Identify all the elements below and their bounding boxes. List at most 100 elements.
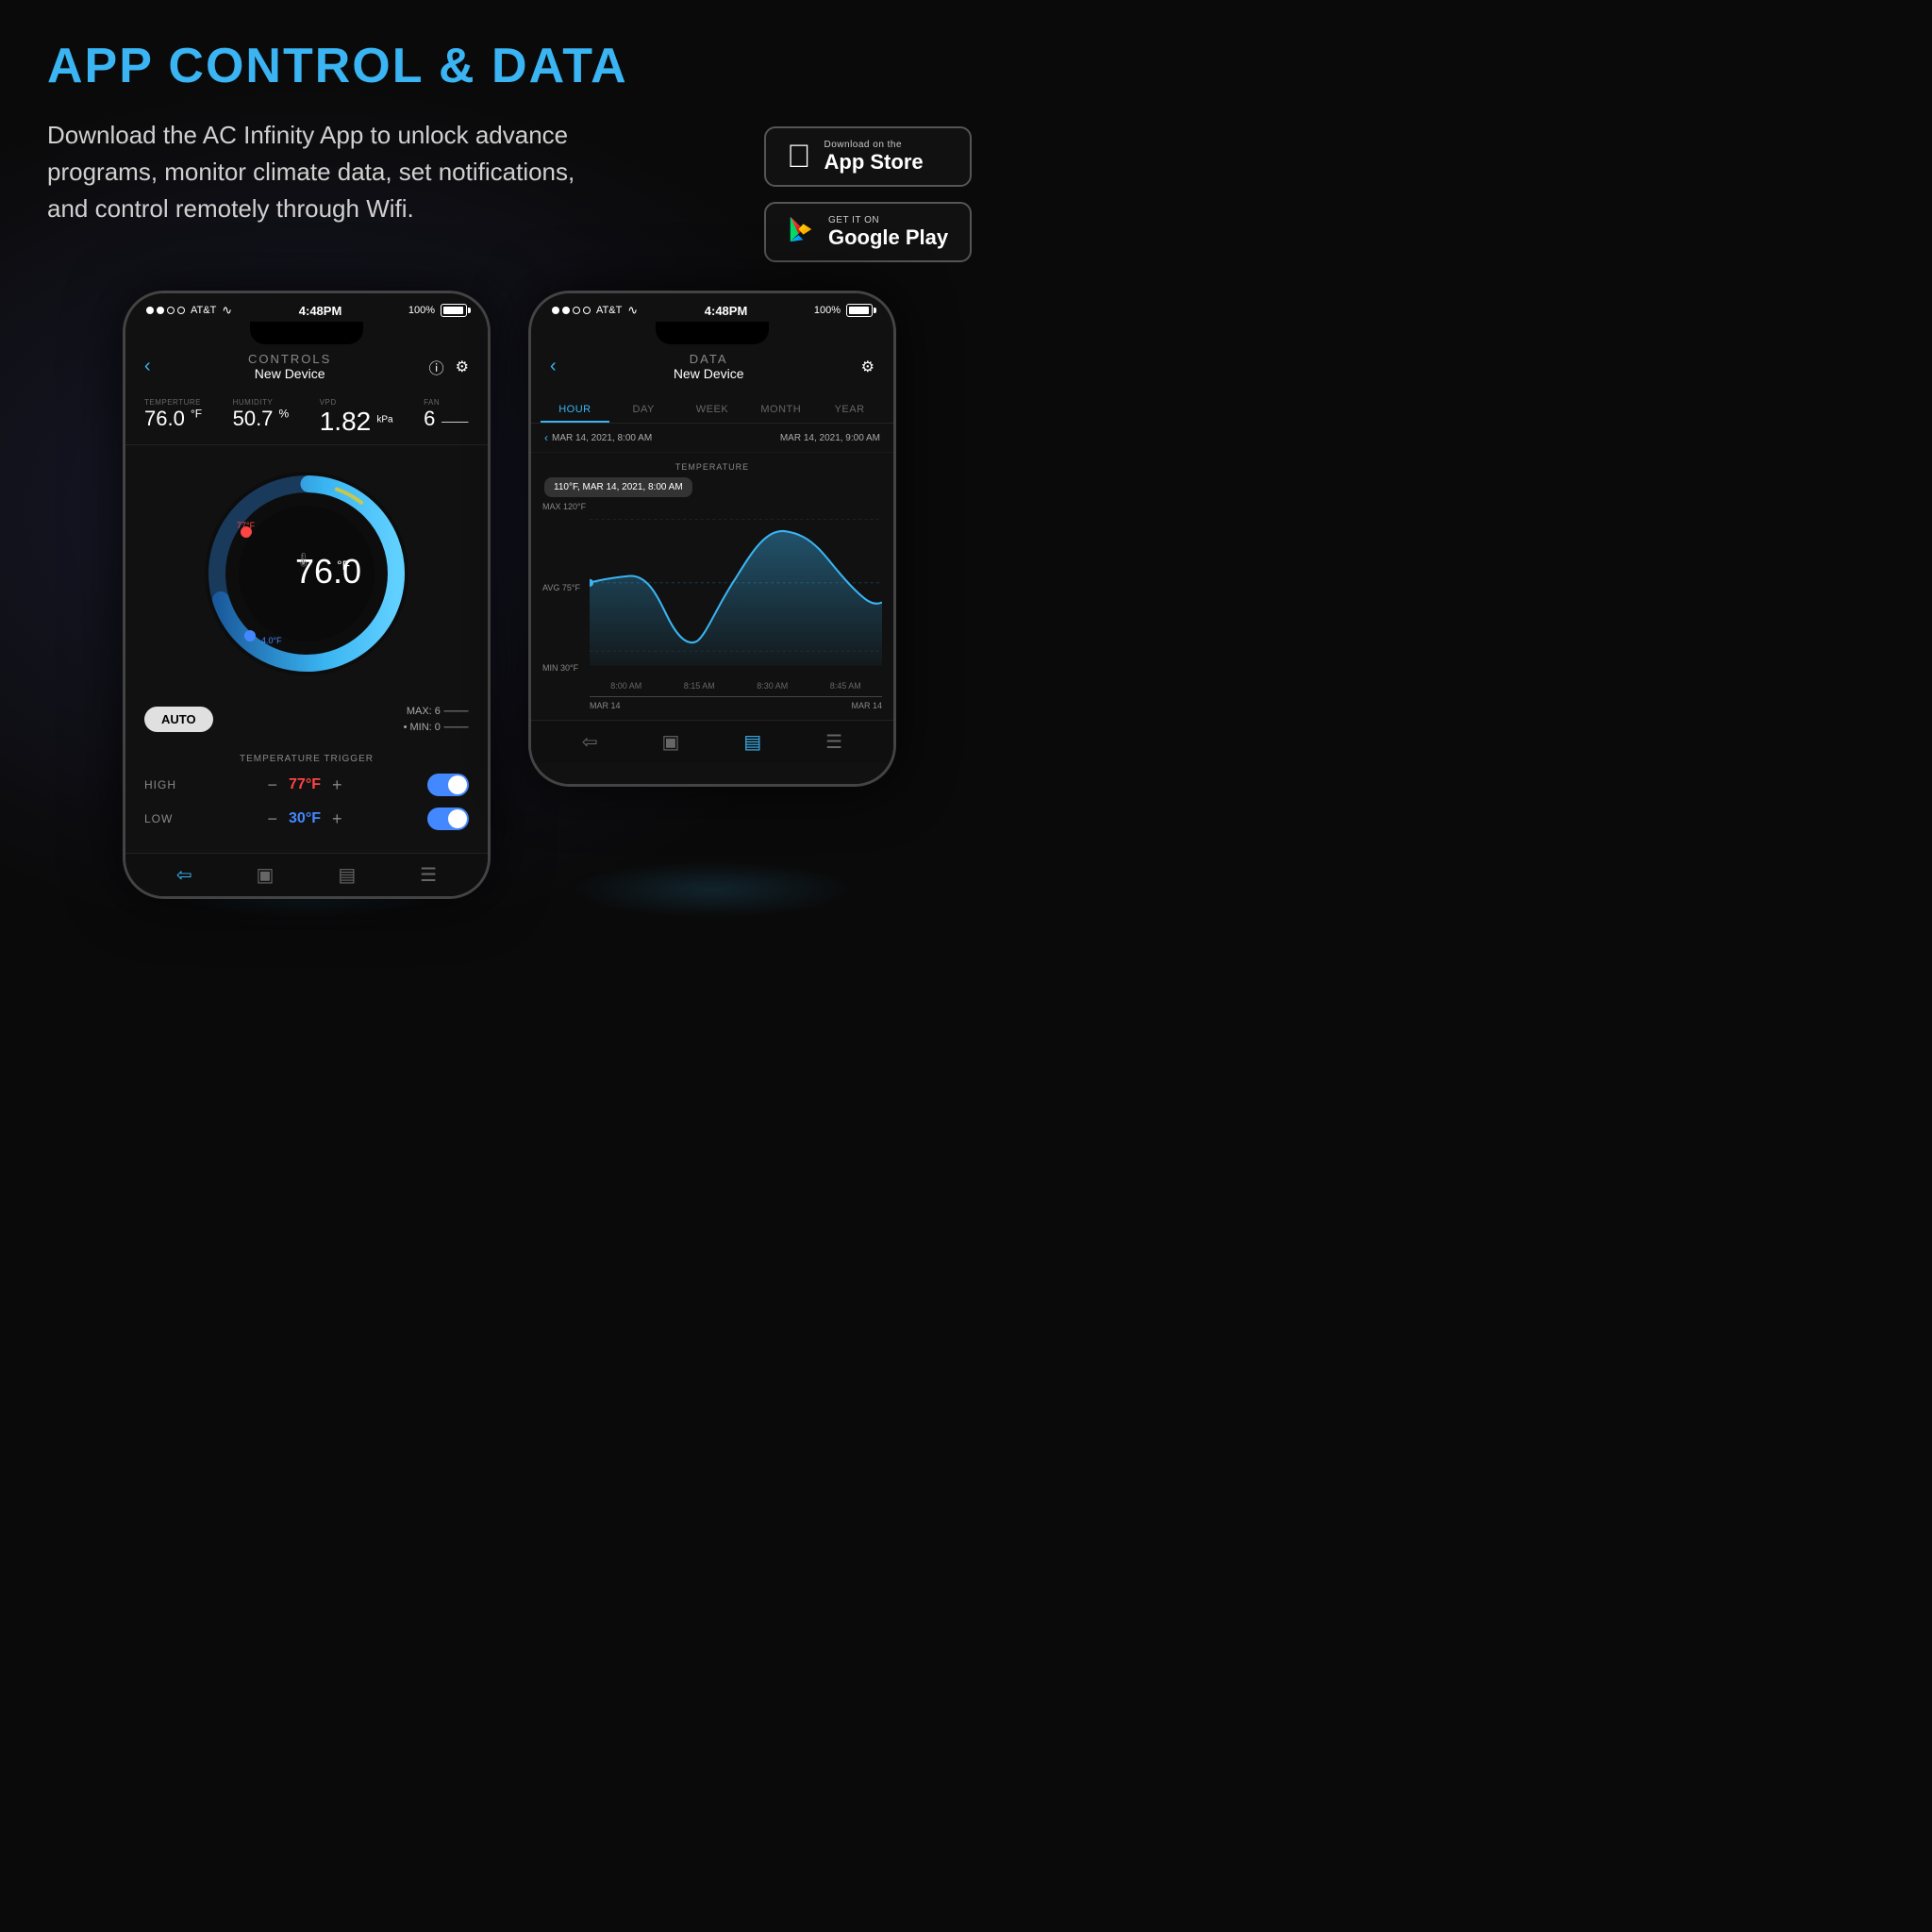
high-minus-button[interactable]: − bbox=[268, 775, 278, 795]
controls-status-right: 100% bbox=[408, 304, 467, 317]
controls-device-name: New Device bbox=[151, 366, 429, 381]
trigger-section: TEMPERATURE TRIGGER HIGH − 77°F + bbox=[125, 742, 488, 853]
high-control: − 77°F + bbox=[268, 775, 342, 795]
data-settings-icon[interactable]: ⚙ bbox=[861, 358, 874, 376]
low-control: − 30°F + bbox=[268, 809, 342, 829]
tab-year[interactable]: YEAR bbox=[815, 398, 884, 423]
data-bottom-profile-icon[interactable]: ☰ bbox=[825, 730, 842, 754]
data-phone-screen: AT&T ∿ 4:48PM 100% bbox=[531, 293, 893, 784]
controls-notch bbox=[250, 322, 363, 344]
data-battery-icon bbox=[846, 304, 873, 317]
bottom-list-icon[interactable]: ▣ bbox=[257, 863, 275, 887]
controls-status-bar: AT&T ∿ 4:48PM 100% bbox=[125, 293, 488, 324]
data-signal-dots bbox=[552, 307, 591, 314]
description-text: Download the AC Infinity App to unlock a… bbox=[47, 117, 575, 227]
data-device-name: New Device bbox=[557, 366, 861, 381]
x-label-3: 8:30 AM bbox=[757, 681, 788, 691]
app-store-button[interactable]:  Download on the App Store bbox=[764, 126, 972, 187]
date-to: MAR 14, 2021, 9:00 AM bbox=[780, 433, 880, 443]
tab-day[interactable]: DAY bbox=[609, 398, 678, 423]
controls-phone-screen: AT&T ∿ 4:48PM 100% bbox=[125, 293, 488, 896]
tab-week[interactable]: WEEK bbox=[678, 398, 747, 423]
date-range-row: ‹ MAR 14, 2021, 8:00 AM MAR 14, 2021, 9:… bbox=[531, 424, 893, 453]
phones-section: AT&T ∿ 4:48PM 100% bbox=[47, 291, 972, 899]
chevron-left-icon[interactable]: ‹ bbox=[544, 431, 548, 444]
data-signal-dot-3 bbox=[573, 307, 580, 314]
top-section: Download the AC Infinity App to unlock a… bbox=[47, 117, 972, 262]
gauge-svg-wrapper: 4.0°F 77°F bbox=[193, 460, 420, 687]
data-battery-pct: 100% bbox=[814, 305, 841, 316]
sensor-row: TEMPERTURE 76.0 °F HUMIDITY 50.7 % VPD 1… bbox=[125, 391, 488, 445]
controls-nav-bar: ‹ CONTROLS New Device ⓘ ⚙ bbox=[125, 346, 488, 391]
max-label: MAX: 6 ⸻ bbox=[404, 704, 469, 720]
x-label-2: 8:15 AM bbox=[684, 681, 715, 691]
bottom-label-left: MAR 14 bbox=[590, 701, 621, 710]
app-store-big-label: App Store bbox=[824, 151, 924, 174]
signal-dots bbox=[146, 307, 185, 314]
date-from: MAR 14, 2021, 8:00 AM bbox=[552, 433, 652, 443]
google-play-text: GET IT ON Google Play bbox=[828, 215, 948, 249]
data-tabs: HOUR DAY WEEK MONTH YEAR bbox=[531, 391, 893, 424]
controls-battery-icon bbox=[441, 304, 467, 317]
signal-dot-2 bbox=[157, 307, 164, 314]
svg-text:°F: °F bbox=[337, 558, 350, 573]
low-minus-button[interactable]: − bbox=[268, 809, 278, 829]
controls-back-button[interactable]: ‹ bbox=[144, 356, 151, 377]
controls-carrier: AT&T bbox=[191, 305, 216, 316]
google-play-big-label: Google Play bbox=[828, 226, 948, 249]
data-time: 4:48PM bbox=[705, 304, 748, 318]
data-phone-wrapper: AT&T ∿ 4:48PM 100% bbox=[528, 291, 896, 899]
temp-label: TEMPERTURE bbox=[144, 398, 202, 407]
main-title: APP CONTROL & DATA bbox=[47, 38, 972, 94]
controls-nav-icons: ⓘ ⚙ bbox=[429, 356, 469, 378]
data-bottom-list-icon[interactable]: ▣ bbox=[662, 730, 680, 754]
page: APP CONTROL & DATA Download the AC Infin… bbox=[0, 0, 1019, 1019]
controls-bottom-bar: ⇦ ▣ ▤ ☰ bbox=[125, 853, 488, 896]
y-label-max: MAX 120°F bbox=[542, 503, 586, 511]
bottom-home-icon[interactable]: ⇦ bbox=[176, 863, 192, 887]
gauge-container: 4.0°F 77°F bbox=[125, 445, 488, 696]
data-back-button[interactable]: ‹ bbox=[550, 356, 557, 377]
low-label: LOW bbox=[144, 812, 182, 825]
auto-button[interactable]: AUTO bbox=[144, 707, 213, 732]
app-buttons:  Download on the App Store bbox=[764, 126, 972, 262]
high-toggle[interactable] bbox=[427, 774, 469, 796]
vpd-label: VPD bbox=[320, 398, 393, 407]
data-nav-title-section: DATA New Device bbox=[557, 352, 861, 381]
gauge-svg: 4.0°F 77°F bbox=[193, 460, 420, 687]
trigger-title: TEMPERATURE TRIGGER bbox=[144, 754, 469, 764]
controls-status-left: AT&T ∿ bbox=[146, 303, 232, 318]
high-label: HIGH bbox=[144, 778, 182, 791]
data-bottom-home-icon[interactable]: ⇦ bbox=[582, 730, 598, 754]
data-nav-icons: ⚙ bbox=[861, 358, 874, 376]
humidity-label: HUMIDITY bbox=[233, 398, 290, 407]
high-value: 77°F bbox=[289, 776, 321, 793]
low-plus-button[interactable]: + bbox=[332, 809, 342, 829]
bottom-profile-icon[interactable]: ☰ bbox=[420, 863, 437, 887]
bottom-graph-icon[interactable]: ▤ bbox=[338, 863, 356, 887]
controls-phone-frame: AT&T ∿ 4:48PM 100% bbox=[123, 291, 491, 899]
battery-fill bbox=[443, 307, 463, 314]
high-toggle-knob bbox=[448, 775, 467, 794]
signal-dot-1 bbox=[146, 307, 154, 314]
svg-text:4.0°F: 4.0°F bbox=[261, 636, 282, 645]
google-play-button[interactable]: GET IT ON Google Play bbox=[764, 202, 972, 262]
signal-dot-4 bbox=[177, 307, 185, 314]
data-status-right: 100% bbox=[814, 304, 873, 317]
trigger-low-row: LOW − 30°F + bbox=[144, 808, 469, 830]
humidity-sensor: HUMIDITY 50.7 % bbox=[233, 398, 290, 437]
tab-month[interactable]: MONTH bbox=[746, 398, 815, 423]
fan-value: 6 ⸻ bbox=[424, 407, 469, 431]
controls-info-icon[interactable]: ⓘ bbox=[429, 356, 444, 378]
controls-screen-title: CONTROLS bbox=[151, 352, 429, 366]
data-signal-dot-2 bbox=[562, 307, 570, 314]
high-plus-button[interactable]: + bbox=[332, 775, 342, 795]
chart-y-labels: MAX 120°F AVG 75°F MIN 30°F bbox=[542, 503, 586, 673]
tab-hour[interactable]: HOUR bbox=[541, 398, 609, 423]
controls-settings-icon[interactable]: ⚙ bbox=[456, 358, 469, 376]
temperature-chart-svg bbox=[590, 503, 882, 673]
svg-text:77°F: 77°F bbox=[237, 521, 256, 530]
y-label-avg: AVG 75°F bbox=[542, 584, 586, 592]
low-toggle[interactable] bbox=[427, 808, 469, 830]
data-bottom-graph-icon[interactable]: ▤ bbox=[743, 730, 761, 754]
